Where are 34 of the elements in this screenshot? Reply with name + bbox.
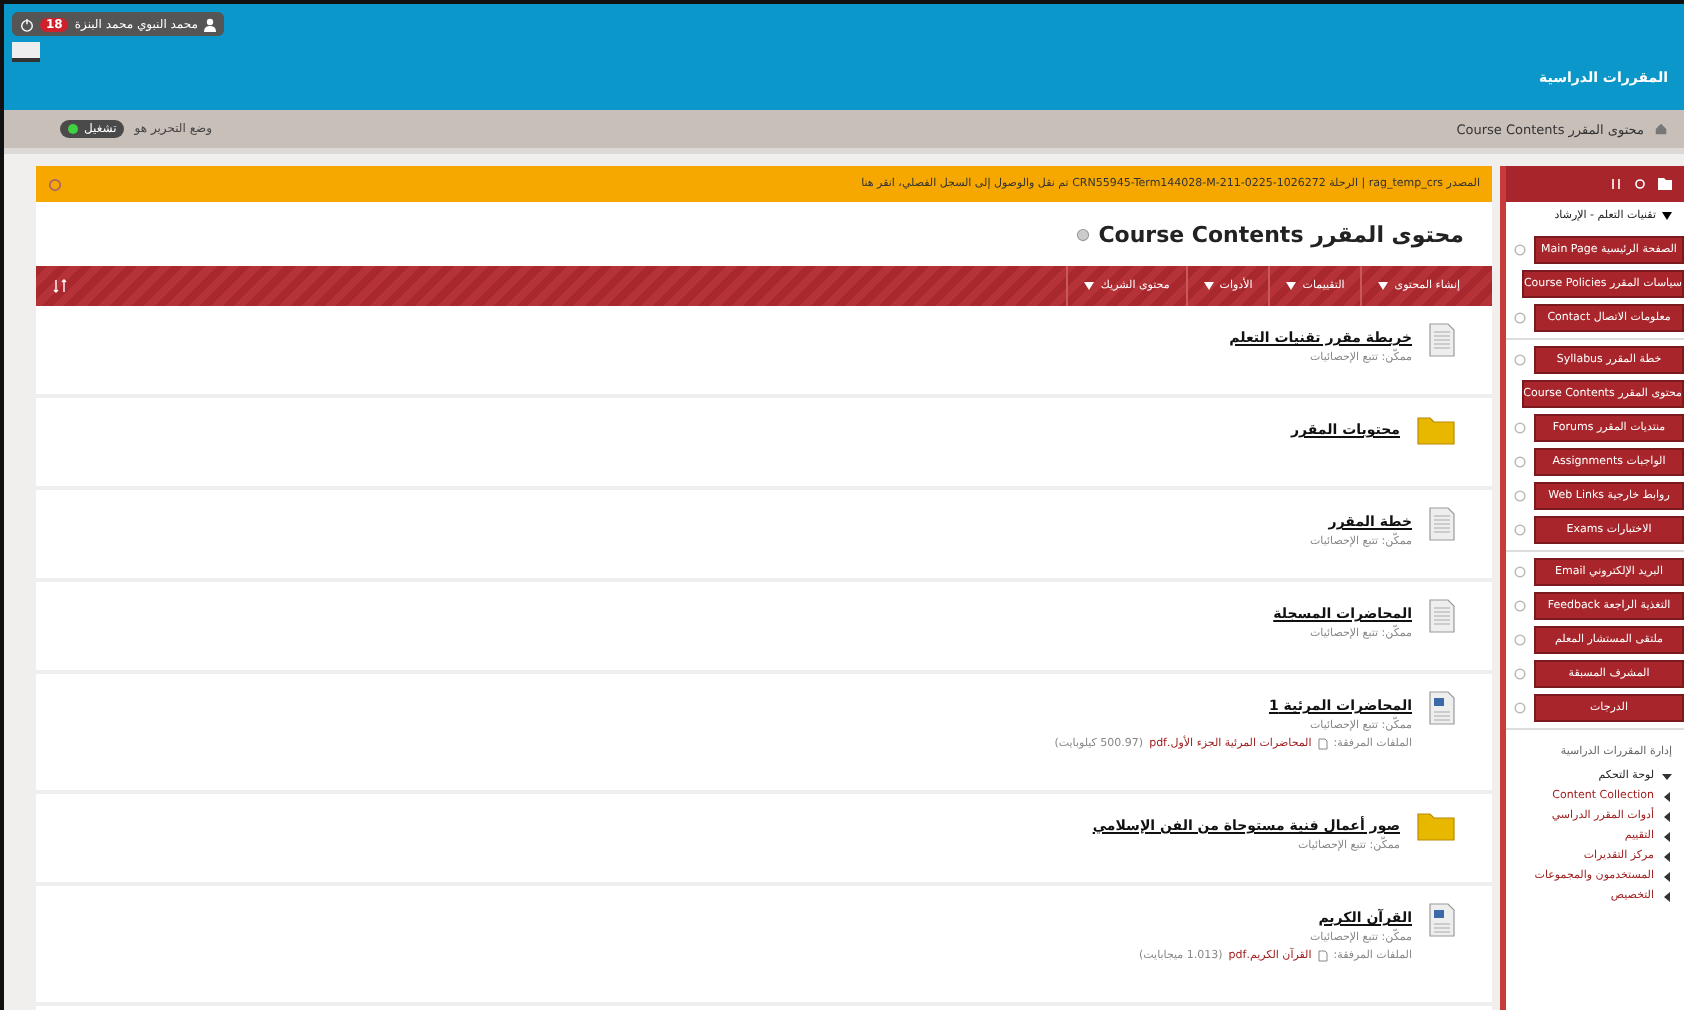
drag-handle-icon[interactable] [1514, 524, 1526, 536]
drag-handle-icon[interactable] [1514, 456, 1526, 468]
folder-icon [1416, 414, 1456, 446]
home-icon[interactable] [1654, 122, 1668, 136]
caret-icon [1084, 282, 1095, 290]
logo [12, 42, 40, 62]
file-icon [1317, 738, 1328, 750]
caret-icon [1203, 282, 1214, 290]
drag-handle-icon[interactable] [1514, 312, 1526, 324]
folder-icon [1416, 810, 1456, 842]
caret-icon [1378, 282, 1389, 290]
drag-handle-icon[interactable] [1514, 354, 1526, 366]
document-icon [1428, 506, 1456, 542]
drag-handle-icon[interactable] [1514, 422, 1526, 434]
drag-handle-icon[interactable] [1514, 702, 1526, 714]
drag-handle-icon[interactable] [1514, 668, 1526, 680]
document-icon [1428, 902, 1456, 938]
user-icon [203, 17, 216, 31]
document-icon [1428, 322, 1456, 358]
drag-handle-icon[interactable] [1514, 600, 1526, 612]
refresh-icon[interactable] [1634, 178, 1646, 190]
close-icon[interactable] [48, 177, 62, 191]
caret-icon [1662, 212, 1672, 220]
drag-handle-icon[interactable] [1514, 566, 1526, 578]
drag-handle-icon[interactable] [1514, 244, 1526, 256]
drag-handle-icon[interactable] [1514, 490, 1526, 502]
folder-icon[interactable] [1658, 178, 1672, 190]
options-icon[interactable] [1076, 227, 1091, 241]
caret-icon [1286, 282, 1297, 290]
document-icon [1428, 598, 1456, 634]
drag-handle-icon[interactable] [1514, 634, 1526, 646]
document-icon [1428, 690, 1456, 726]
file-icon [1317, 950, 1328, 962]
power-icon [20, 17, 34, 31]
